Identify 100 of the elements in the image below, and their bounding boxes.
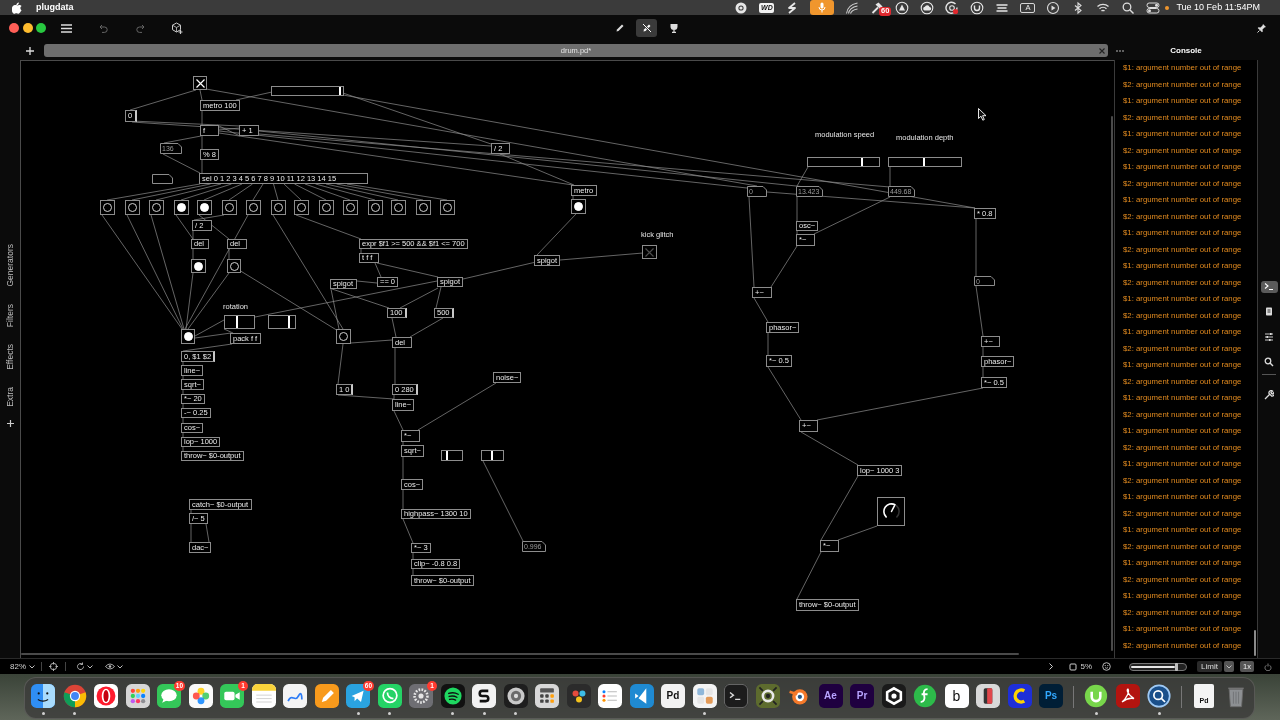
refresh-icon[interactable] xyxy=(76,662,85,671)
slider-handle[interactable] xyxy=(446,451,449,460)
pin-icon[interactable] xyxy=(1257,23,1267,33)
panel-title: Console xyxy=(1169,46,1203,55)
color-dots-icon[interactable] xyxy=(566,684,591,708)
ring-corners-icon[interactable] xyxy=(755,684,780,708)
slider-handle[interactable] xyxy=(287,316,290,328)
plus-icon[interactable] xyxy=(26,46,34,55)
app-icon[interactable]: Pd xyxy=(661,684,685,708)
more-icon[interactable] xyxy=(1116,49,1124,52)
u-shape-icon[interactable] xyxy=(1084,684,1108,708)
slider-track[interactable] xyxy=(481,450,504,461)
ring-dot-icon[interactable] xyxy=(945,0,960,15)
circle-logo-icon[interactable] xyxy=(62,684,87,708)
search-icon[interactable] xyxy=(1121,0,1136,15)
pencil-icon[interactable] xyxy=(314,684,339,708)
app-menu-title[interactable]: plugdata xyxy=(36,3,74,12)
video-camera-icon[interactable] xyxy=(220,684,244,708)
squiggle-icon[interactable] xyxy=(283,684,307,708)
app-icon[interactable]: Ps xyxy=(1039,684,1063,708)
sidebar-tab[interactable]: Extra xyxy=(5,386,15,407)
ring-icon[interactable] xyxy=(94,684,118,708)
sound-waves-icon[interactable] xyxy=(440,684,465,708)
smiley-icon[interactable] xyxy=(1102,662,1112,671)
sidebar-tab[interactable]: Effects xyxy=(5,343,15,370)
dropdown-button[interactable] xyxy=(1224,661,1234,672)
app-icon[interactable]: b xyxy=(944,684,969,708)
wrench-icon xyxy=(1264,390,1274,400)
disc-icon[interactable] xyxy=(503,684,528,708)
zoom-level[interactable]: 82% xyxy=(10,662,26,671)
slider-track[interactable] xyxy=(888,157,962,167)
app-icon[interactable]: Ae xyxy=(818,684,843,708)
menu-icon[interactable] xyxy=(61,23,72,33)
cpu-icon xyxy=(1068,662,1077,671)
cloud-circle-icon[interactable] xyxy=(920,0,935,15)
window-close-button[interactable] xyxy=(9,23,19,33)
magnifier-icon[interactable] xyxy=(1147,684,1171,708)
checklist-icon[interactable] xyxy=(598,684,622,708)
speech-bubble-icon[interactable] xyxy=(157,684,181,708)
grid-icon[interactable] xyxy=(125,684,150,708)
calculator-icon[interactable] xyxy=(535,684,559,708)
toggles-icon[interactable] xyxy=(1146,0,1161,15)
slider-handle[interactable] xyxy=(922,158,925,166)
scrollbar[interactable] xyxy=(21,653,1019,655)
sidebar-tab[interactable]: Filters xyxy=(5,303,15,327)
mode-button[interactable] xyxy=(636,19,657,37)
crescent-icon[interactable] xyxy=(1007,684,1032,708)
chevron-down-icon[interactable] xyxy=(29,664,35,669)
terminal-icon[interactable] xyxy=(724,684,748,708)
triangle-circle-icon[interactable] xyxy=(895,0,910,15)
slider-track[interactable] xyxy=(268,315,296,329)
arc-circle-icon[interactable] xyxy=(970,0,985,15)
gear-icon[interactable] xyxy=(409,684,433,708)
menu-bar-clock[interactable]: Tue 10 Feb 11:54PM xyxy=(1176,3,1260,12)
chevron-down-icon[interactable] xyxy=(87,664,93,669)
slider-handle[interactable] xyxy=(861,158,864,166)
volume-slider[interactable] xyxy=(1129,662,1188,671)
record-icon[interactable] xyxy=(734,0,749,15)
redo-icon[interactable] xyxy=(136,23,145,33)
cube-plus-icon[interactable] xyxy=(171,22,183,34)
slider-handle[interactable] xyxy=(491,451,494,460)
curved-lines-icon[interactable] xyxy=(845,0,860,15)
app-icon[interactable]: Pr xyxy=(850,684,874,708)
scrollbar[interactable] xyxy=(1111,116,1113,651)
power-icon[interactable] xyxy=(1264,662,1272,671)
number-field[interactable] xyxy=(152,174,173,184)
slider-handle[interactable] xyxy=(235,316,238,328)
window-zoom-button[interactable] xyxy=(36,23,46,33)
knob[interactable] xyxy=(877,497,905,526)
phone-bubble-icon[interactable] xyxy=(377,684,402,708)
phone-icon[interactable] xyxy=(976,684,1000,708)
plus-icon[interactable] xyxy=(6,420,14,428)
scrollbar[interactable] xyxy=(1254,630,1256,656)
slider-track[interactable] xyxy=(224,315,255,329)
limit-button[interactable]: Limit xyxy=(1197,661,1222,672)
undo-icon[interactable] xyxy=(99,23,108,33)
notepad-icon[interactable] xyxy=(251,684,276,708)
eye-icon[interactable] xyxy=(105,663,115,670)
s-curve-icon[interactable] xyxy=(472,684,496,708)
tiles-icon[interactable] xyxy=(692,684,717,708)
slider-track[interactable] xyxy=(441,450,463,461)
smiling-face-icon[interactable] xyxy=(31,684,55,708)
crosshair-icon[interactable] xyxy=(49,662,58,671)
volume-handle[interactable] xyxy=(1175,662,1179,671)
window-minimize-button[interactable] xyxy=(22,23,33,33)
slider-track[interactable] xyxy=(807,157,880,167)
panel-button[interactable] xyxy=(1260,281,1278,293)
paper-plane-icon[interactable] xyxy=(346,684,370,708)
close-icon[interactable] xyxy=(1099,47,1105,54)
squiggle-circle-icon[interactable] xyxy=(913,684,937,708)
chevron-right-icon[interactable] xyxy=(1048,663,1053,670)
microphone-icon[interactable] xyxy=(810,0,835,15)
chevron-down-icon[interactable] xyxy=(117,664,123,669)
sidebar-tab[interactable]: Generators xyxy=(5,244,15,287)
slider-track[interactable] xyxy=(271,86,344,96)
slider-handle[interactable] xyxy=(338,87,341,95)
swirl-icon[interactable] xyxy=(1115,684,1140,708)
play-circle-icon[interactable] xyxy=(1046,0,1061,15)
flower-icon[interactable] xyxy=(188,684,213,708)
code-icon[interactable] xyxy=(629,684,654,708)
